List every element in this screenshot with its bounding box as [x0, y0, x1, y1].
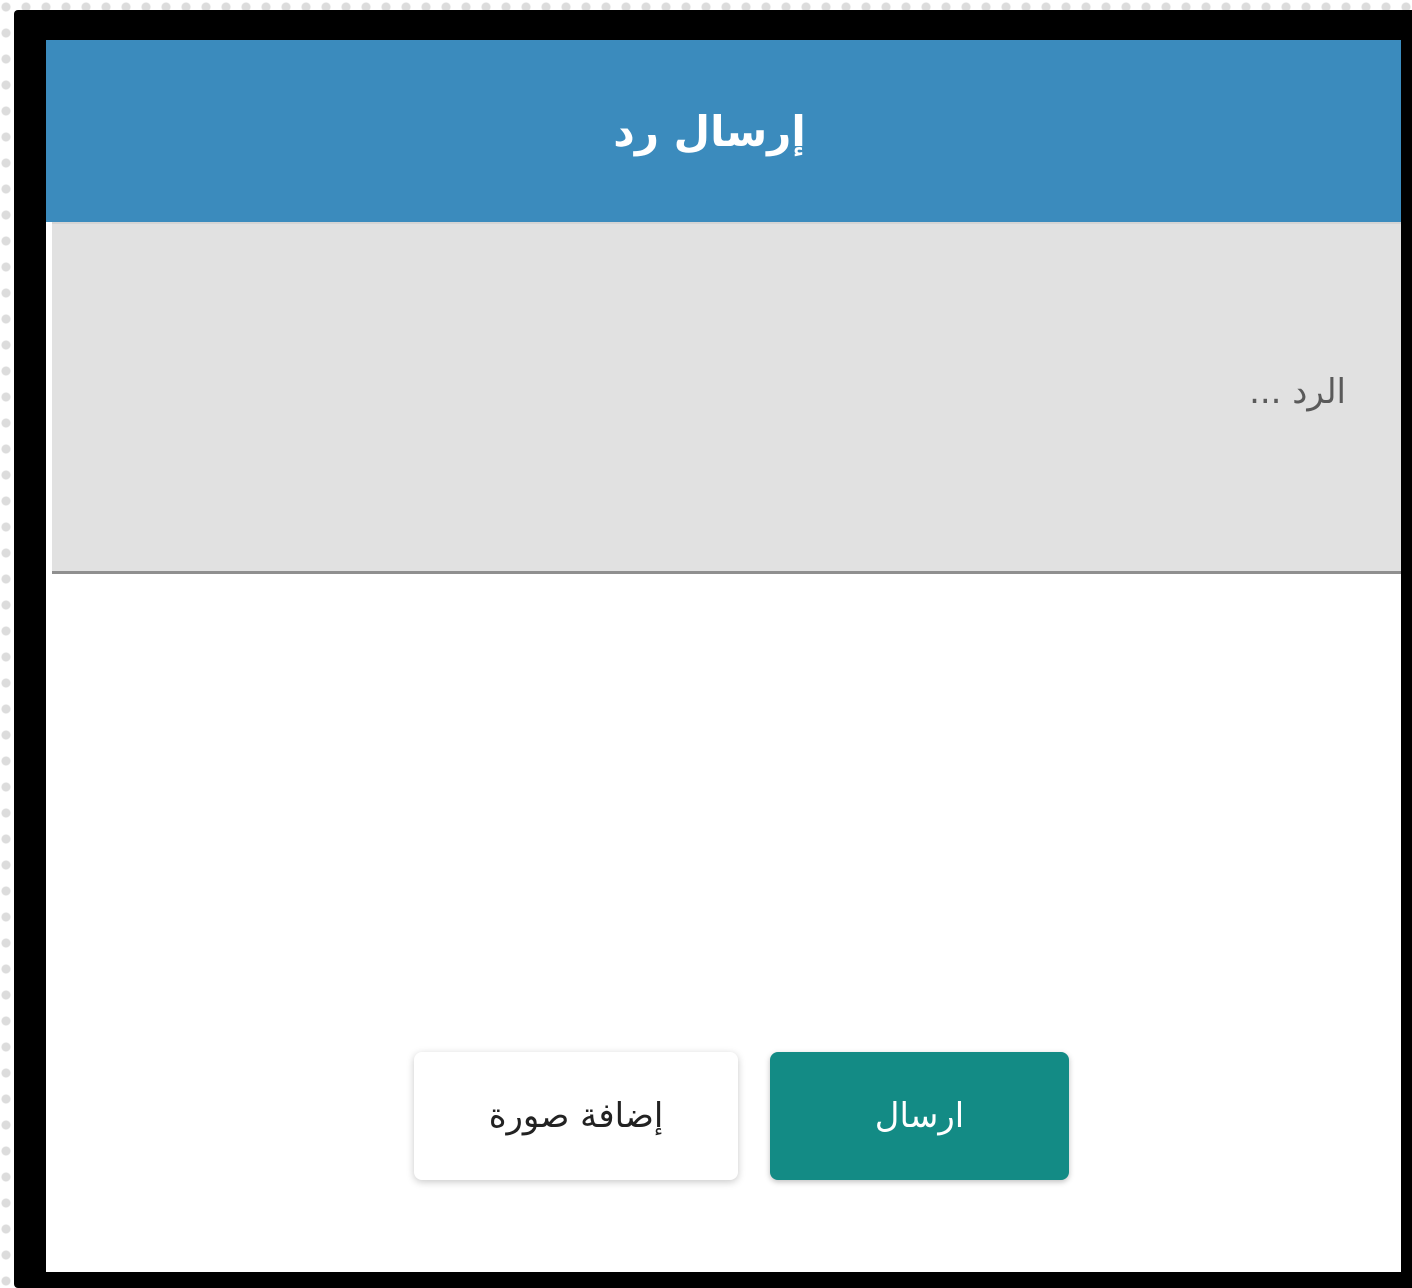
reply-modal: إرسال رد إضافة صورة ارسال	[46, 40, 1401, 1272]
reply-input[interactable]	[52, 224, 1401, 571]
add-image-button[interactable]: إضافة صورة	[414, 1052, 738, 1180]
send-button[interactable]: ارسال	[770, 1052, 1069, 1180]
reply-input-container	[52, 222, 1401, 574]
modal-title: إرسال رد	[613, 106, 806, 156]
modal-header: إرسال رد	[46, 40, 1401, 222]
modal-actions: إضافة صورة ارسال	[414, 1052, 1074, 1182]
